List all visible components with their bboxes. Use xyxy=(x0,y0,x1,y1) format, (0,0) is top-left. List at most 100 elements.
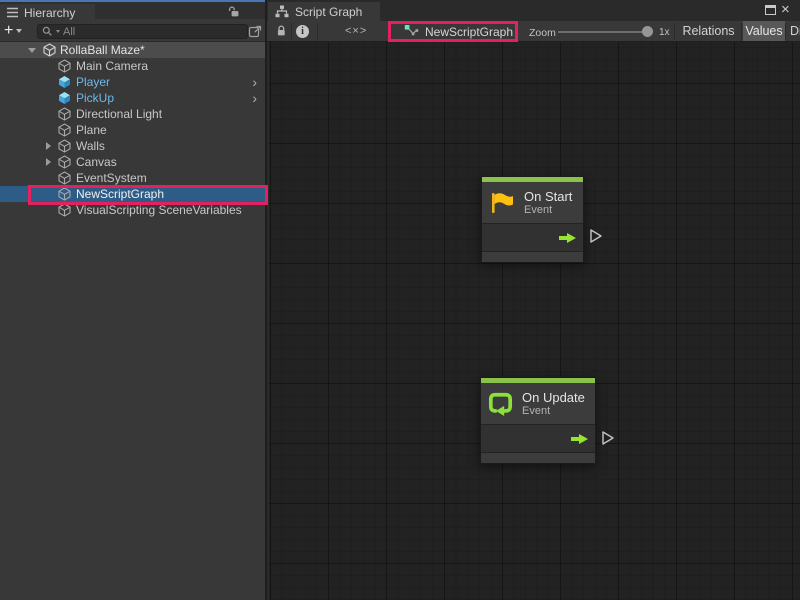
toolbar-separator xyxy=(317,23,318,40)
loop-icon xyxy=(488,392,513,416)
gameobject-cube-icon xyxy=(58,203,73,217)
control-output-port-icon[interactable] xyxy=(558,231,577,244)
search-input[interactable]: All xyxy=(37,24,248,39)
breadcrumb[interactable]: NewScriptGraph xyxy=(398,21,519,42)
scene-foldout-icon[interactable] xyxy=(28,48,36,53)
hierarchy-item-label: Main Camera xyxy=(76,59,148,73)
node-on-update[interactable]: On Update Event xyxy=(480,377,596,464)
flag-icon xyxy=(489,191,515,214)
plus-icon: + xyxy=(4,23,13,39)
search-icon xyxy=(42,26,53,37)
toolbar-separator xyxy=(291,23,292,40)
hierarchy-item-pickup[interactable]: PickUp › xyxy=(0,90,265,106)
dim-button[interactable]: Dim xyxy=(787,21,800,41)
connection-triangle-icon[interactable] xyxy=(601,430,615,449)
hierarchy-panel: Hierarchy + All xyxy=(0,0,265,600)
gameobject-cube-icon xyxy=(58,139,73,153)
zoom-slider-thumb[interactable] xyxy=(642,26,653,37)
open-search-window-icon[interactable] xyxy=(248,24,262,41)
node-port-row xyxy=(481,424,595,452)
foldout-icon[interactable] xyxy=(46,142,58,150)
info-icon[interactable]: i xyxy=(296,25,309,38)
gameobject-cube-icon xyxy=(58,187,73,201)
hierarchy-item-eventsystem[interactable]: EventSystem › xyxy=(0,170,265,186)
script-graph-node-icon xyxy=(404,24,419,39)
lock-icon[interactable] xyxy=(275,25,288,40)
hierarchy-item-plane[interactable]: Plane › xyxy=(0,122,265,138)
hierarchy-item-newscriptgraph[interactable]: NewScriptGraph › xyxy=(0,186,265,202)
script-graph-toolbar: i <×> NewScriptGraph Zoom 1x Relations V… xyxy=(267,21,800,42)
zoom-slider[interactable] xyxy=(558,31,650,33)
hierarchy-toolbar: + All xyxy=(0,21,265,42)
hierarchy-item-label: Player xyxy=(76,75,110,89)
gameobject-cube-icon xyxy=(58,91,73,105)
zoom-value: 1x xyxy=(659,27,670,38)
hierarchy-item-directional-light[interactable]: Directional Light › xyxy=(0,106,265,122)
gameobject-cube-icon xyxy=(58,75,73,89)
script-graph-tab-bar: Script Graph × xyxy=(267,0,800,21)
hierarchy-tab-bar: Hierarchy xyxy=(0,0,265,19)
search-filter-caret-icon xyxy=(56,30,60,33)
graph-icon xyxy=(275,5,289,18)
graph-canvas[interactable] xyxy=(269,42,800,600)
gameobject-cube-icon xyxy=(58,171,73,185)
toolbar-separator xyxy=(741,23,742,40)
gameobject-cube-icon xyxy=(58,107,73,121)
unlock-icon[interactable] xyxy=(227,6,240,21)
node-footer xyxy=(481,452,595,463)
node-header: On Update Event xyxy=(481,383,595,424)
hierarchy-item-label: Canvas xyxy=(76,155,117,169)
unity-editor-window: Hierarchy + All xyxy=(0,0,800,600)
connection-triangle-icon[interactable] xyxy=(589,228,603,247)
add-object-button[interactable]: + xyxy=(4,23,22,39)
gameobject-cube-icon xyxy=(58,155,73,169)
hierarchy-item-player[interactable]: Player › xyxy=(0,74,265,90)
breadcrumb-label: NewScriptGraph xyxy=(425,25,513,39)
hierarchy-item-walls[interactable]: Walls › xyxy=(0,138,265,154)
gameobject-cube-icon xyxy=(58,59,73,73)
hierarchy-tab-label: Hierarchy xyxy=(24,6,75,20)
hierarchy-item-canvas[interactable]: Canvas › xyxy=(0,154,265,170)
tab-hierarchy[interactable]: Hierarchy xyxy=(0,4,95,21)
relations-button[interactable]: Relations xyxy=(676,21,741,41)
hierarchy-item-label: PickUp xyxy=(76,91,114,105)
foldout-icon[interactable] xyxy=(46,158,58,166)
close-icon[interactable]: × xyxy=(781,1,790,18)
gameobject-cube-icon xyxy=(58,123,73,137)
hierarchy-item-label: Walls xyxy=(76,139,105,153)
tab-script-graph[interactable]: Script Graph xyxy=(268,2,380,21)
script-graph-tab-label: Script Graph xyxy=(295,5,362,19)
node-header: On Start Event xyxy=(482,182,583,223)
node-title: On Update xyxy=(522,390,585,405)
hierarchy-item-label: NewScriptGraph xyxy=(76,187,164,201)
node-port-row xyxy=(482,223,583,251)
maximize-icon[interactable] xyxy=(765,5,776,15)
hierarchy-icon xyxy=(6,7,19,18)
prefab-chevron-icon[interactable]: › xyxy=(252,93,257,103)
zoom-label: Zoom xyxy=(529,27,556,39)
toolbar-separator xyxy=(785,23,786,40)
prefab-chevron-icon[interactable]: › xyxy=(252,77,257,87)
control-output-port-icon[interactable] xyxy=(570,432,589,445)
scene-name: RollaBall Maze* xyxy=(60,43,145,57)
toolbar-separator xyxy=(674,23,675,40)
node-footer xyxy=(482,251,583,262)
node-subtitle: Event xyxy=(522,405,585,418)
hierarchy-item-label: Directional Light xyxy=(76,107,162,121)
search-placeholder: All xyxy=(63,26,75,38)
node-subtitle: Event xyxy=(524,204,572,217)
scene-header-row[interactable]: RollaBall Maze* xyxy=(0,42,265,58)
hierarchy-item-label: VisualScripting SceneVariables xyxy=(76,203,242,217)
hierarchy-item-main-camera[interactable]: Main Camera › xyxy=(0,58,265,74)
hierarchy-item-label: EventSystem xyxy=(76,171,147,185)
code-view-icon[interactable]: <×> xyxy=(345,25,367,37)
hierarchy-list: Main Camera › Player › xyxy=(0,58,265,218)
node-title: On Start xyxy=(524,189,572,204)
script-graph-panel: Script Graph × i <×> xyxy=(265,0,800,600)
hierarchy-item-visualscripting-scenevariables[interactable]: VisualScripting SceneVariables › xyxy=(0,202,265,218)
chevron-down-icon xyxy=(16,29,22,33)
values-button[interactable]: Values xyxy=(743,21,785,41)
node-on-start[interactable]: On Start Event xyxy=(481,176,584,263)
unity-scene-icon xyxy=(43,43,56,57)
hierarchy-item-label: Plane xyxy=(76,123,107,137)
